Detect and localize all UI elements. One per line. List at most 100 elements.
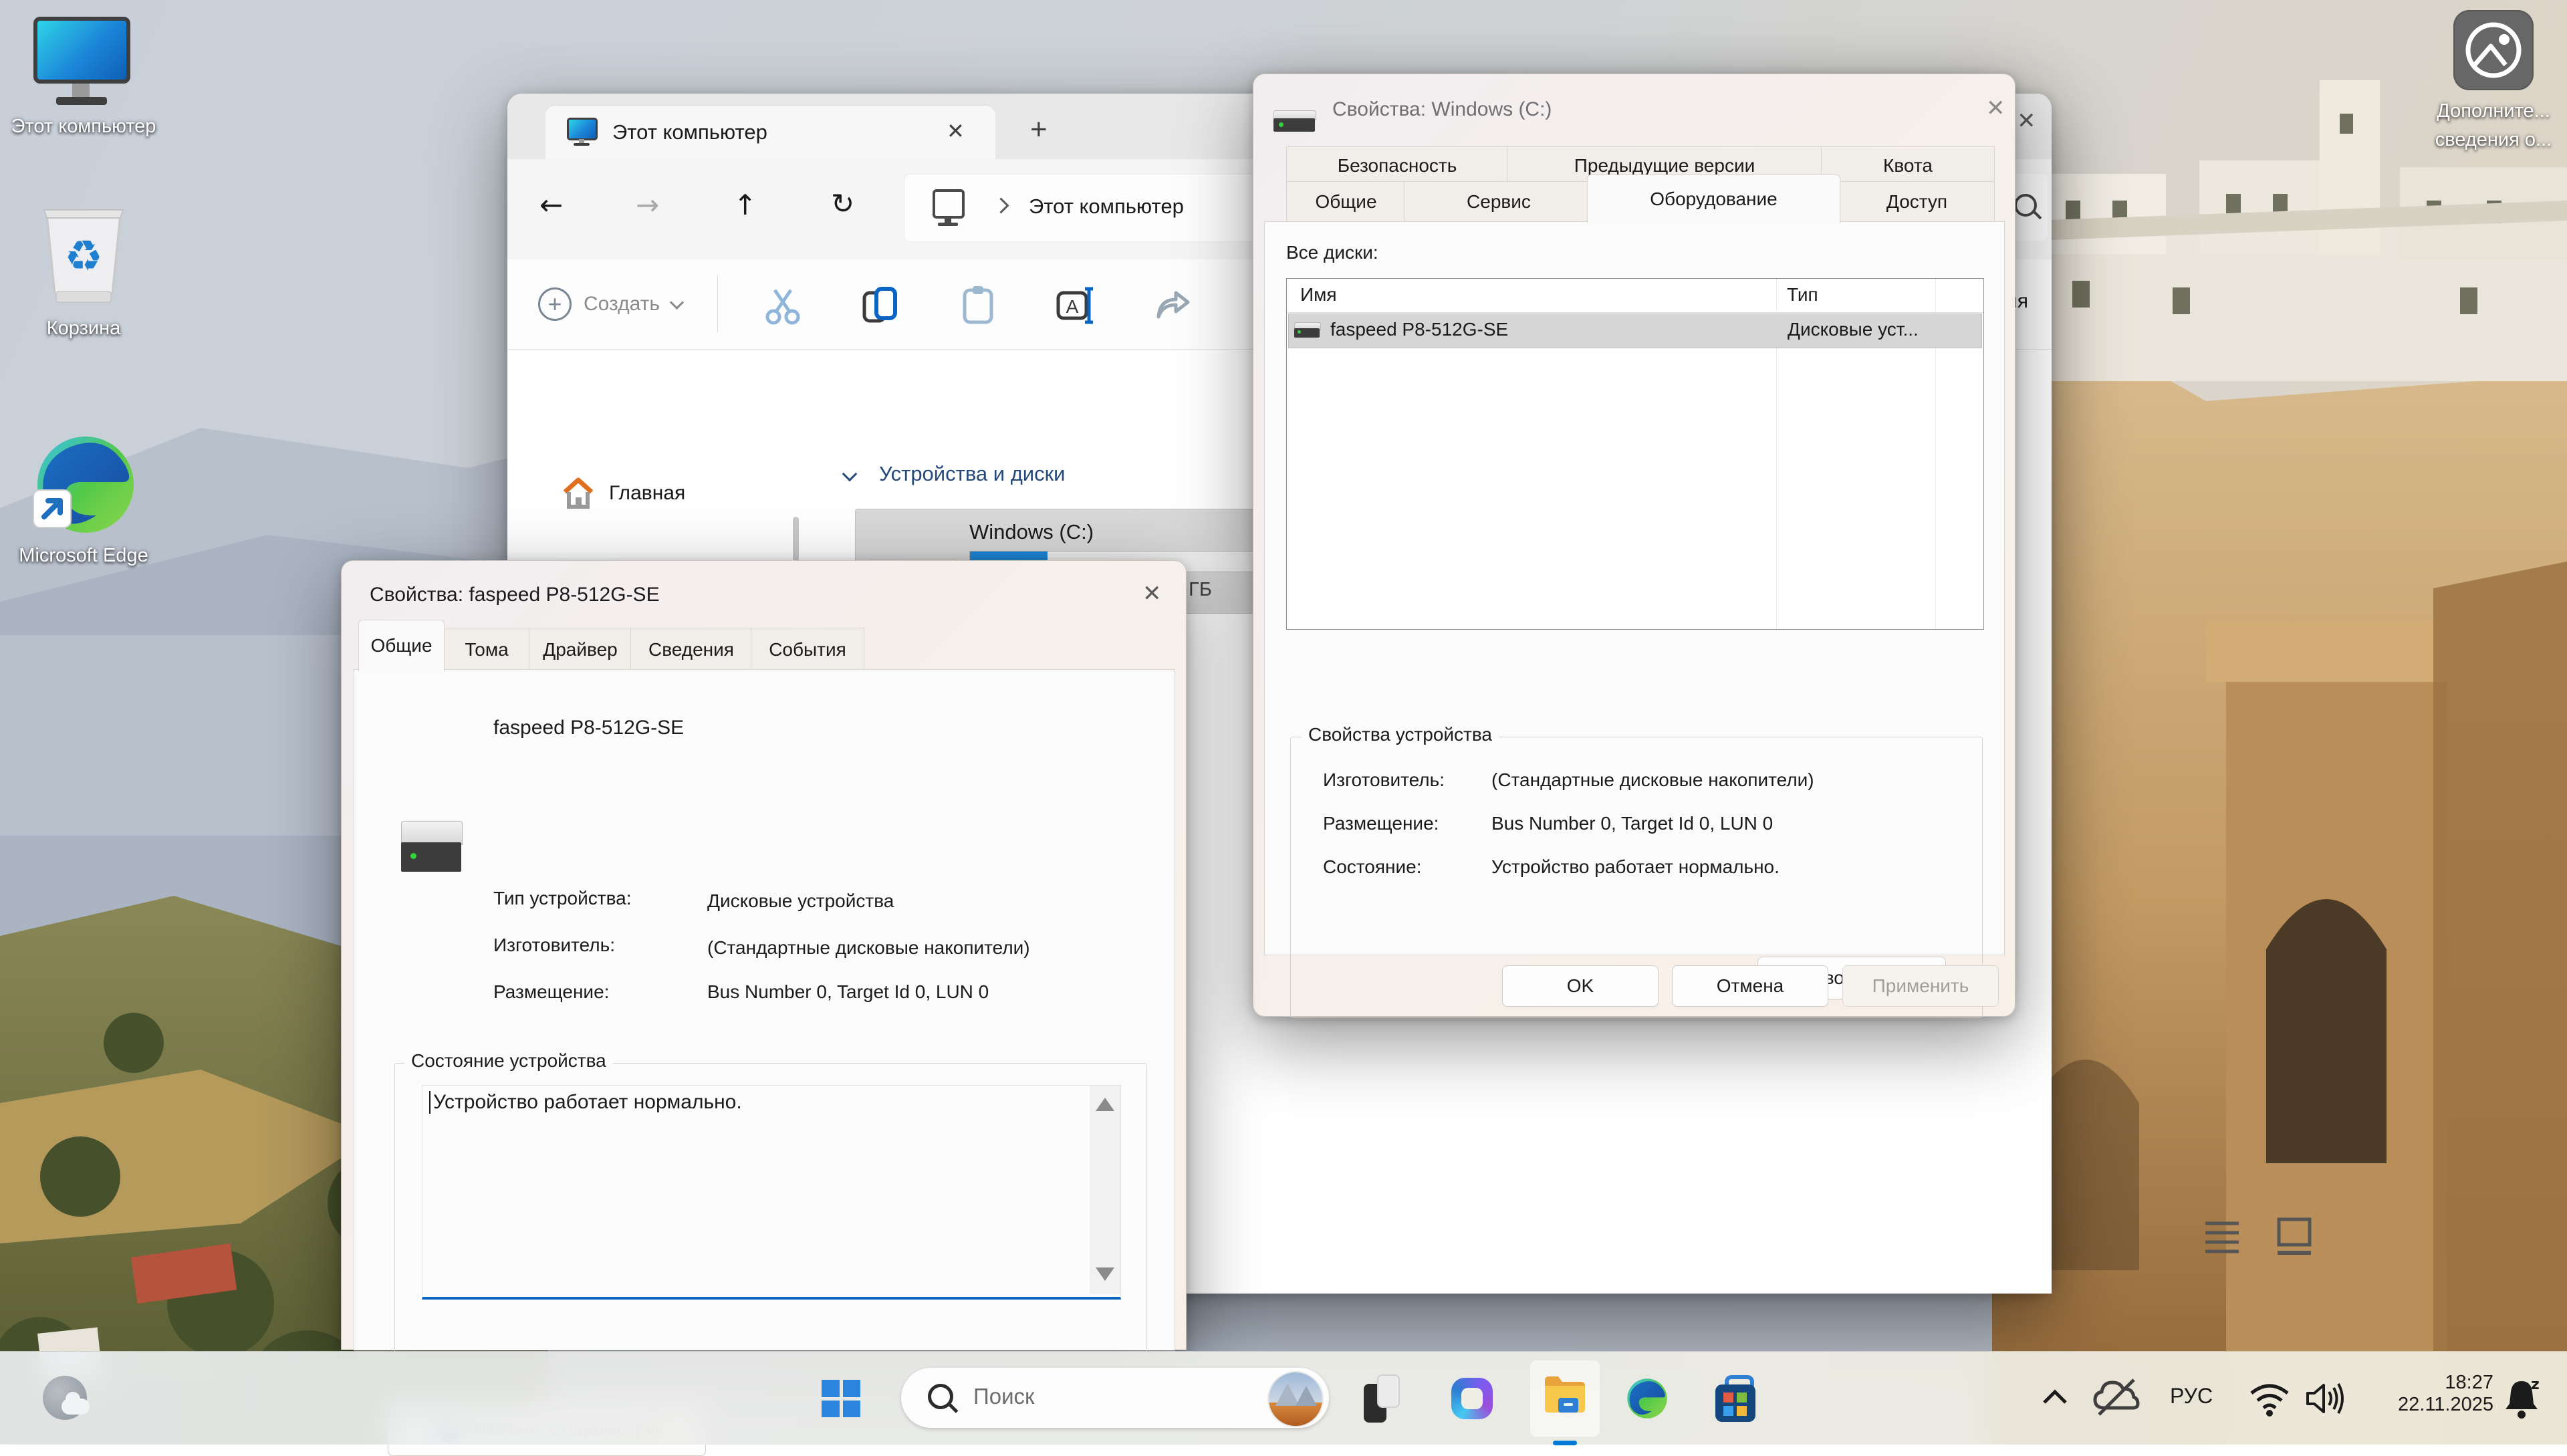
tab-quota[interactable]: Квота [1821, 146, 1995, 185]
cancel-button[interactable]: Отмена [1672, 965, 1828, 1007]
tab-label: Сервис [1467, 191, 1531, 213]
copy-icon[interactable] [859, 283, 902, 326]
tab-details[interactable]: Сведения [630, 628, 752, 671]
up-icon[interactable]: ↑ [733, 189, 757, 221]
tab-sharing[interactable]: Доступ [1839, 181, 1995, 222]
dialog-close-icon[interactable]: ✕ [1142, 582, 1162, 605]
tab-label: Общие [1315, 191, 1376, 213]
search-placeholder: Поиск [973, 1384, 1034, 1409]
store-button[interactable] [1709, 1372, 1762, 1425]
tab-label: Сведения [648, 639, 734, 660]
device-status-textbox[interactable]: Устройство работает нормально. [422, 1085, 1121, 1300]
tab-driver[interactable]: Драйвер [529, 628, 632, 671]
new-tab-button[interactable]: + [1030, 115, 1048, 144]
edge-button[interactable] [1620, 1372, 1674, 1425]
language-indicator[interactable]: РУС [2170, 1384, 2213, 1409]
svg-text:A: A [1066, 296, 1079, 317]
tab-label: Квота [1883, 155, 1933, 176]
column-header-type[interactable]: Тип [1787, 284, 1818, 306]
tab-label: События [769, 639, 846, 660]
disk-list-header: Имя Тип [1287, 279, 1983, 313]
tab-general-active[interactable]: Общие [358, 620, 445, 671]
tray-date: 22.11.2025 [2360, 1394, 2493, 1416]
dialog-close-icon[interactable]: ✕ [1986, 97, 2005, 120]
edge-icon [32, 431, 139, 538]
tab-label: Оборудование [1650, 189, 1777, 210]
column-header-name[interactable]: Имя [1300, 284, 1337, 306]
taskbar-search[interactable]: Поиск [901, 1368, 1329, 1428]
share-icon[interactable] [1152, 283, 1195, 326]
tab-events[interactable]: События [751, 628, 864, 671]
edge-icon [1625, 1376, 1669, 1421]
tab-tools[interactable]: Сервис [1404, 181, 1593, 222]
general-tab-page: faspeed P8-512G-SE Тип устройства: Диско… [354, 669, 1175, 1350]
section-collapse-chevron-icon[interactable] [842, 467, 858, 482]
devices-and-drives-header[interactable]: Устройства и диски [879, 462, 1066, 486]
svg-text:♻: ♻ [64, 232, 102, 281]
breadcrumb-location[interactable]: Этот компьютер [1029, 195, 1184, 219]
disk-properties-dialog: Свойства: Windows (C:) ✕ Безопасность Пр… [1253, 74, 2015, 1017]
loop-app-button[interactable] [1445, 1372, 1499, 1425]
location-label: Размещение: [1323, 813, 1439, 834]
tab-hardware-active[interactable]: Оборудование [1587, 174, 1840, 223]
refresh-icon[interactable]: ↻ [831, 187, 854, 220]
taskbar: Поиск [0, 1351, 2567, 1445]
tab-monitor-icon [567, 118, 599, 147]
tab-label: Предыдущие версии [1574, 155, 1755, 176]
volume-icon[interactable] [2302, 1378, 2349, 1419]
device-type-value: Дисковые устройства [707, 890, 894, 912]
large-icons-view-icon[interactable] [2272, 1215, 2316, 1257]
device-icon [401, 821, 463, 874]
apply-button[interactable]: Применить [1842, 965, 1999, 1007]
details-view-icon[interactable] [2200, 1215, 2244, 1255]
scroll-up-icon[interactable] [1096, 1098, 1114, 1111]
file-explorer-button-active[interactable] [1530, 1360, 1600, 1437]
window-close-button[interactable]: ✕ [2017, 110, 2036, 132]
clock[interactable]: 18:27 22.11.2025 [2360, 1372, 2493, 1425]
tray-chevron-up-icon[interactable] [2038, 1384, 2072, 1411]
phone-link-button[interactable] [1356, 1372, 1409, 1425]
location-label: Размещение: [493, 981, 609, 1003]
photo-icon [2453, 10, 2534, 90]
rename-icon[interactable]: A [1054, 283, 1097, 326]
onedrive-paused-icon[interactable] [2091, 1376, 2142, 1420]
tab-label: Тома [465, 639, 508, 660]
device-status-group: Состояние устройства Устройство работает… [394, 1063, 1147, 1376]
desktop-icon-label-line1: Дополните... [2400, 98, 2567, 124]
search-highlight-image[interactable] [1267, 1371, 1324, 1427]
do-not-disturb-bell-icon[interactable]: z [2501, 1377, 2542, 1421]
desktop-icon-label: Этот компьютер [0, 114, 180, 140]
device-name: faspeed P8-512G-SE [493, 717, 684, 739]
device-properties-group-label: Свойства устройства [1302, 724, 1499, 745]
disk-row-type: Дисковые уст... [1788, 319, 1919, 340]
manufacturer-label: Изготовитель: [1323, 769, 1445, 791]
tab-security[interactable]: Безопасность [1286, 146, 1508, 185]
widgets-weather-button[interactable] [33, 1370, 98, 1427]
paste-icon[interactable] [957, 283, 999, 326]
start-button[interactable] [816, 1374, 866, 1423]
status-value: Устройство работает нормально. [1491, 856, 1780, 878]
sidebar-item-home[interactable]: Главная [561, 470, 781, 517]
ok-button[interactable]: OK [1502, 965, 1659, 1007]
device-properties-dialog: Свойства: faspeed P8-512G-SE ✕ Общие Том… [341, 560, 1187, 1350]
manufacturer-value: (Стандартные дисковые накопители) [1491, 769, 1814, 791]
tab-close-icon[interactable]: ✕ [947, 120, 965, 142]
tab-volumes[interactable]: Тома [443, 628, 530, 671]
back-icon[interactable]: ← [539, 189, 563, 221]
tab-label: Общие [370, 635, 432, 656]
sidebar-item-label: Главная [609, 482, 685, 505]
file-explorer-icon [1541, 1370, 1589, 1418]
device-status-text: Устройство работает нормально. [429, 1091, 742, 1114]
forward-icon[interactable]: → [636, 189, 659, 221]
desktop-icon-label: Корзина [0, 316, 167, 342]
explorer-tab-this-pc[interactable]: Этот компьютер ✕ [545, 106, 995, 159]
new-button[interactable]: + Создать [538, 279, 739, 329]
textbox-scrollbar[interactable] [1090, 1086, 1120, 1294]
disk-list-row-selected[interactable]: faspeed P8-512G-SE Дисковые уст... [1288, 314, 1982, 348]
tab-general[interactable]: Общие [1286, 181, 1406, 222]
tab-title: Этот компьютер [612, 120, 767, 144]
wifi-icon[interactable] [2246, 1378, 2293, 1419]
scroll-down-icon[interactable] [1096, 1267, 1114, 1281]
cut-icon[interactable] [761, 283, 804, 326]
disk-list[interactable]: Имя Тип faspeed P8-512G-SE Дисковые уст.… [1286, 278, 1984, 630]
